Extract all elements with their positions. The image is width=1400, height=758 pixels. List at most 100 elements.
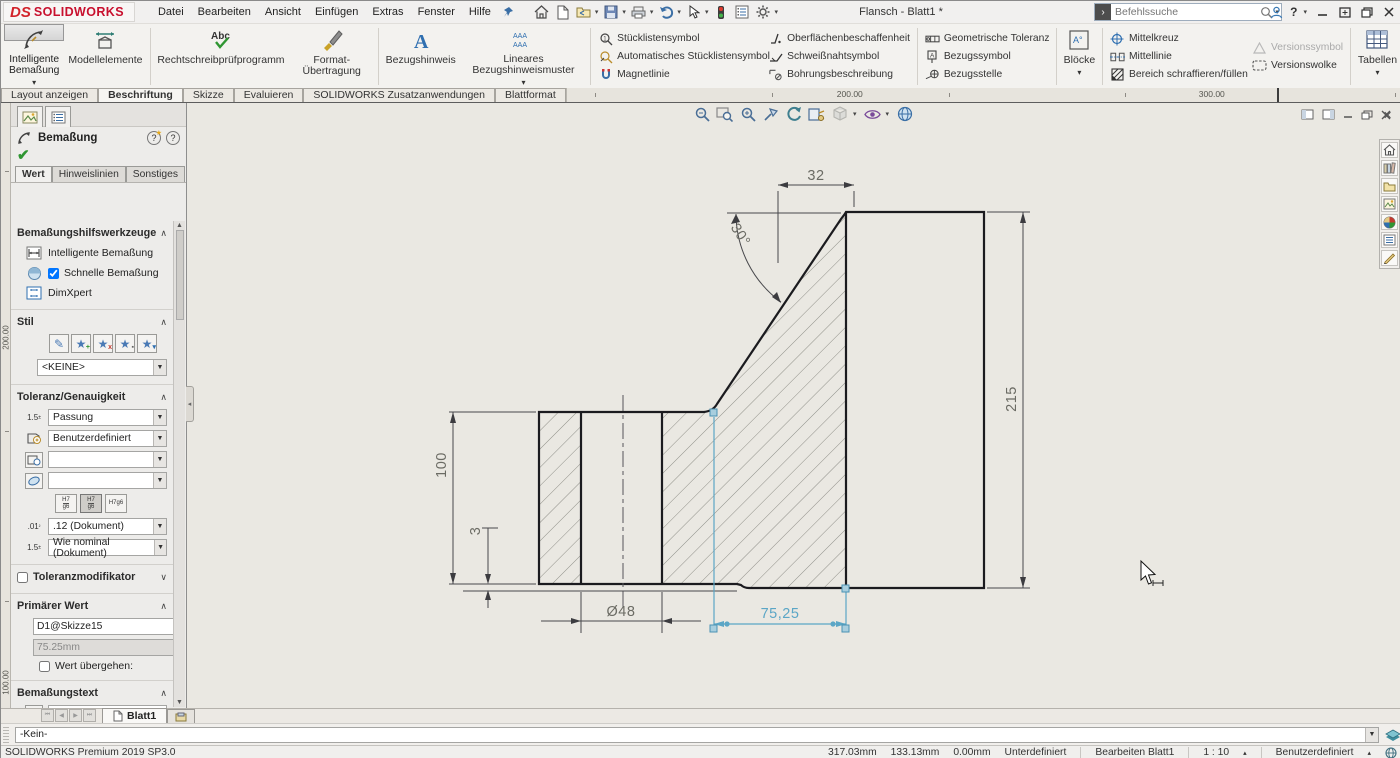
open-document-icon[interactable] [574,3,594,21]
command-search[interactable]: › ▾ [1094,3,1282,21]
linear-note-pattern-button[interactable]: AAAAAA Lineares Bezugshinweismuster ▾ [460,24,588,89]
surface-finish-button[interactable]: Oberflächenbeschaffenheit [768,31,910,46]
add-style-button[interactable]: ★+ [71,334,91,353]
graphics-area[interactable]: ◂ ▾ ▾ ✕ [187,103,1400,708]
help-icon[interactable]: ? [1290,5,1297,19]
section-header[interactable]: Primärer Wert ∧ [15,598,169,616]
display-style-caret[interactable]: ▾ [853,110,857,118]
section-header[interactable]: Bemaßungshilfswerkzeuge ∧ [15,225,169,243]
units-globe-icon[interactable] [1385,747,1397,758]
magnetic-line-button[interactable]: Magnetlinie [598,67,760,82]
pin-menu-icon[interactable] [498,3,518,21]
hole-fit-select[interactable]: ▼ [48,451,167,468]
area-hatch-button[interactable]: Bereich schraffieren/füllen [1110,67,1244,82]
dim-100[interactable]: 100 [434,452,450,478]
tolerance-precision-select[interactable]: Wie nominal (Dokument) ▼ [48,539,167,556]
custom-properties-icon[interactable] [1381,232,1398,248]
view-settings-icon[interactable] [895,105,914,123]
whats-new-help-icon[interactable]: ?★ [147,131,161,145]
dim-75-25-selected[interactable]: 75,25 [761,606,800,622]
chevron-down-icon[interactable]: ▼ [153,452,166,467]
menu-bearbeiten[interactable]: Bearbeiten [191,1,258,23]
dim-3[interactable]: 3 [468,527,484,536]
toolbar-drag-grip[interactable] [3,727,9,743]
close-button[interactable] [1381,5,1397,19]
auto-balloon-button[interactable]: Automatisches Stücklistensymbol [598,49,760,64]
expand-chevron-icon[interactable]: ∨ [160,572,167,583]
file-properties-icon[interactable] [732,3,752,21]
model-items-button[interactable]: Modellelemente [64,24,146,89]
blocks-button[interactable]: A° Blöcke ▾ [1060,24,1100,89]
taskpane-close-icon[interactable]: ✕ [1383,109,1392,122]
section-header[interactable]: Toleranzmodifikator ∨ [15,569,169,587]
linear-note-pattern-caret[interactable]: ▾ [521,77,525,88]
tab-zusatzanwendungen[interactable]: SOLIDWORKS Zusatzanwendungen [303,88,495,102]
scrollbar-thumb[interactable] [176,230,184,320]
sheet-scale[interactable]: 1 : 10 [1203,747,1229,758]
balloon-button[interactable]: 1 Stücklistensymbol [598,31,760,46]
shaft-fit-select[interactable]: ▼ [48,472,167,489]
previous-view-icon[interactable] [784,105,803,123]
panel-scrollbar[interactable]: ▲ ▼ [173,221,185,707]
minimize-button[interactable] [1315,5,1331,19]
fit-linear-button[interactable]: H7g6 [105,494,127,513]
dimxpert-item[interactable]: DimXpert [15,283,169,303]
dim-diameter-48[interactable]: Ø48 [607,604,636,620]
scale-dropdown-icon[interactable]: ▴ [1243,749,1247,757]
dim-30deg[interactable]: 30° [727,221,753,249]
pane-right-icon[interactable] [1322,109,1335,120]
collapse-chevron-icon[interactable]: ∧ [160,601,167,612]
override-value-checkbox[interactable] [39,661,50,672]
zoom-area-icon[interactable] [715,105,734,123]
select-dropdown-caret[interactable]: ▾ [705,8,709,16]
view-palette-icon[interactable] [1381,196,1398,212]
select-cursor-icon[interactable] [684,3,704,21]
doc-restore-icon[interactable] [1361,110,1373,120]
centerline-button[interactable]: Mittellinie [1110,49,1244,64]
section-view-icon[interactable] [807,105,826,123]
tolerance-modifier-checkbox[interactable] [17,572,28,583]
tab-blattformat[interactable]: Blattformat [495,88,566,102]
subtab-hinweislinien[interactable]: Hinweislinien [52,166,126,182]
format-painter-button[interactable]: Format-Übertragung [289,24,375,89]
geometric-tolerance-button[interactable]: Geometrische Toleranz [925,31,1049,46]
hole-callout-button[interactable]: Bohrungsbeschreibung [768,67,910,82]
menu-ansicht[interactable]: Ansicht [258,1,308,23]
chevron-down-icon[interactable]: ▼ [153,431,166,446]
weld-symbol-button[interactable]: Schweißnahtsymbol [768,49,910,64]
tab-skizze[interactable]: Skizze [183,88,234,102]
search-input[interactable] [1111,6,1260,18]
menu-extras[interactable]: Extras [365,1,410,23]
chevron-down-icon[interactable]: ▼ [153,473,166,488]
center-mark-button[interactable]: Mittelkreuz [1110,31,1244,46]
load-style-button[interactable]: ★▾ [137,334,157,353]
options-gear-icon[interactable] [753,3,773,21]
apply-default-style-button[interactable]: ✎ [49,334,69,353]
first-sheet-icon[interactable]: ⏮ [41,709,54,722]
menu-hilfe[interactable]: Hilfe [462,1,498,23]
smart-dimension-item[interactable]: Intelligente Bemaßung [15,243,169,263]
fit-stacked-pressed-button[interactable]: H7g6 [80,494,102,513]
print-icon[interactable] [629,3,649,21]
chevron-down-icon[interactable]: ▼ [1365,728,1378,742]
options-dropdown-caret[interactable]: ▾ [774,8,778,16]
undo-dropdown-caret[interactable]: ▾ [677,8,681,16]
blocks-caret[interactable]: ▾ [1077,67,1081,78]
menu-fenster[interactable]: Fenster [411,1,462,23]
smart-dimension-button[interactable]: Intelligente Bemaßung ▾ [4,24,64,41]
collapse-chevron-icon[interactable]: ∧ [160,688,167,699]
unit-precision-select[interactable]: .12 (Dokument) ▼ [48,518,167,535]
section-header[interactable]: Bemaßungstext ∧ [15,685,169,703]
section-header[interactable]: Toleranz/Genauigkeit ∧ [15,389,169,407]
last-sheet-icon[interactable]: ⏭ [83,709,96,722]
maximize-button[interactable] [1337,5,1353,19]
hide-show-caret[interactable]: ▾ [886,110,890,118]
home-icon[interactable] [532,3,552,21]
collapse-chevron-icon[interactable]: ∧ [160,317,167,328]
collapse-chevron-icon[interactable]: ∧ [160,392,167,403]
layer-properties-icon[interactable] [1385,729,1400,741]
rebuild-traffic-light-icon[interactable] [711,3,731,21]
menu-datei[interactable]: Datei [151,1,191,23]
tolerance-type-select[interactable]: Passung ▼ [48,409,167,426]
fit-stacked-button[interactable]: H7g6 [55,494,77,513]
